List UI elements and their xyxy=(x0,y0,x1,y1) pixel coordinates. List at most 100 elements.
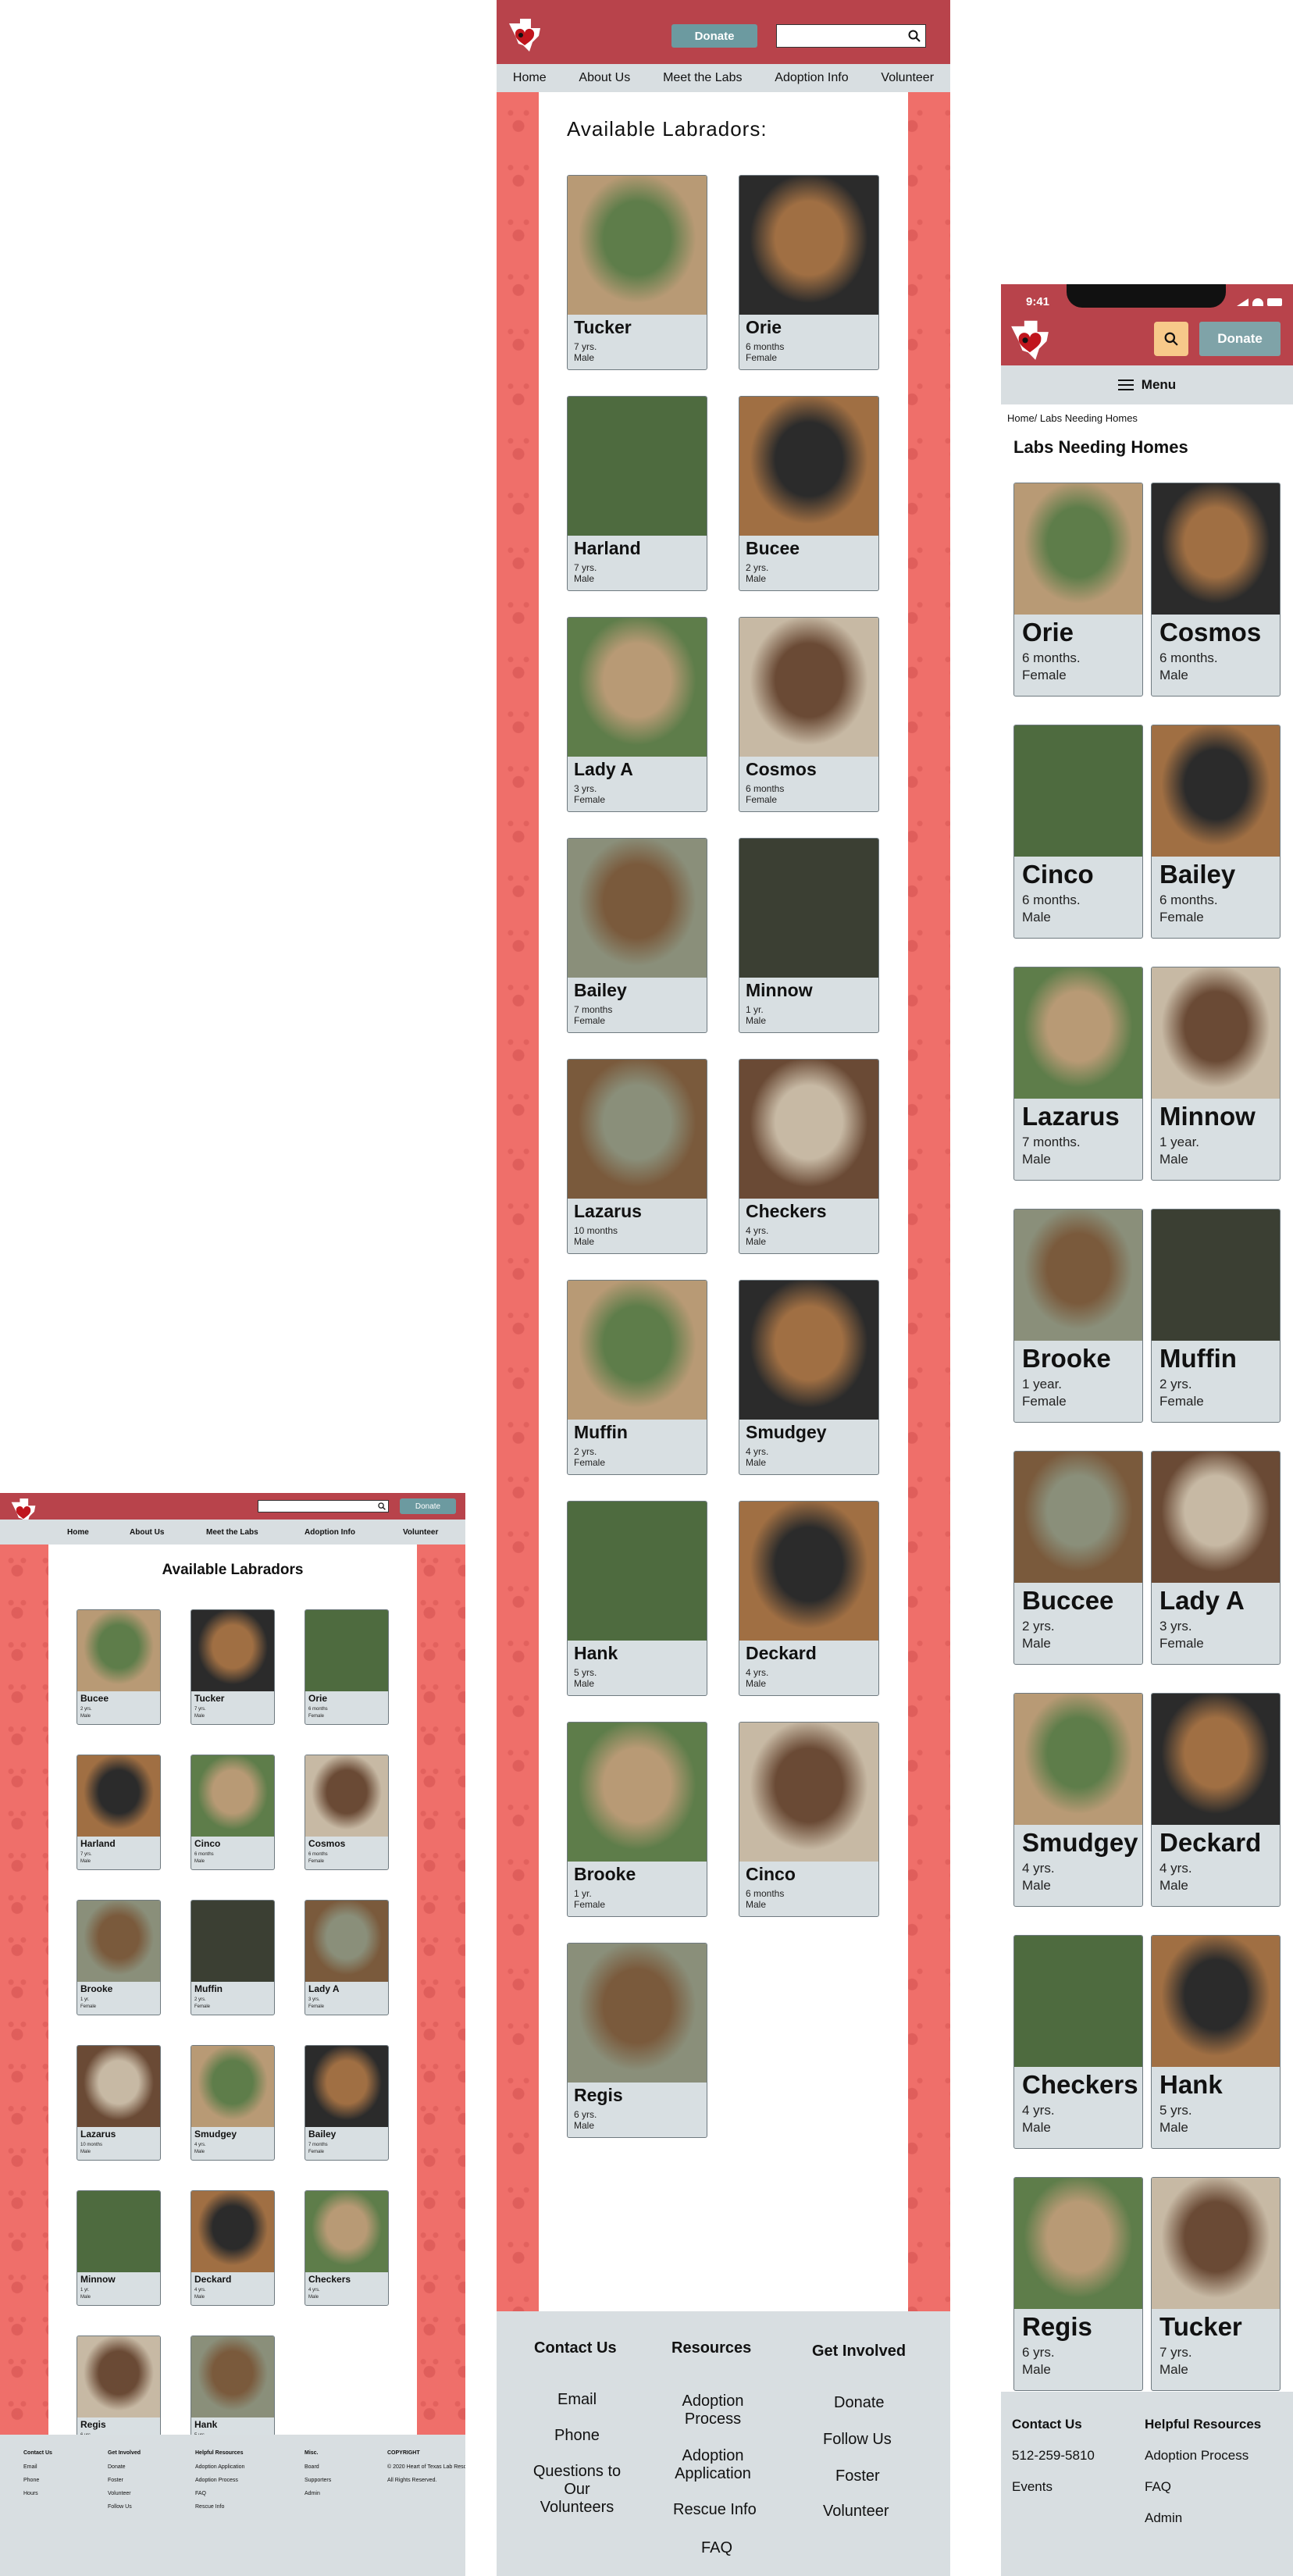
dog-photo[interactable] xyxy=(568,1060,707,1199)
footer-events-link[interactable]: Events xyxy=(1012,2479,1053,2495)
nav-about-us[interactable]: About Us xyxy=(130,1528,164,1537)
dog-photo[interactable] xyxy=(1014,2178,1142,2309)
breadcrumb[interactable]: Home/ Labs Needing Homes xyxy=(1007,412,1138,424)
dog-card[interactable]: Minnow 1 yr. Male xyxy=(77,2190,161,2306)
dog-photo[interactable] xyxy=(1014,1694,1142,1825)
dog-card[interactable]: Checkers 4 yrs. Male xyxy=(1013,1935,1143,2149)
dog-card[interactable]: Lady A3 yrs. Female xyxy=(567,617,707,812)
dog-card[interactable]: Minnow 1 year. Male xyxy=(1151,967,1281,1181)
search-icon[interactable] xyxy=(378,1502,386,1510)
dog-photo[interactable] xyxy=(305,1610,388,1691)
nav-home[interactable]: Home xyxy=(67,1528,89,1537)
dog-card[interactable]: Cosmos 6 months Female xyxy=(739,617,879,812)
texas-heart-logo[interactable] xyxy=(1006,317,1054,365)
dog-photo[interactable] xyxy=(1014,1452,1142,1583)
dog-photo[interactable] xyxy=(1014,967,1142,1099)
dog-card[interactable]: Cinco 6 months. Male xyxy=(1013,725,1143,939)
dog-card[interactable]: Hank5 yrs.Male xyxy=(1151,1935,1281,2149)
dog-photo[interactable] xyxy=(1152,1694,1280,1825)
dog-photo[interactable] xyxy=(739,839,878,978)
dog-photo[interactable] xyxy=(1152,725,1280,857)
dog-photo[interactable] xyxy=(1152,1452,1280,1583)
footer-email-link[interactable]: Email xyxy=(557,2391,597,2409)
dog-card[interactable]: Regis6 yrs.Male xyxy=(567,1943,707,2138)
dog-card[interactable]: Smudgey 4 yrs. Male xyxy=(739,1280,879,1475)
footer-phone-link[interactable]: 512-259-5810 xyxy=(1012,2448,1095,2464)
nav-adoption-info[interactable]: Adoption Info xyxy=(775,71,848,85)
footer-link[interactable]: Volunteer xyxy=(108,2491,131,2496)
dog-card[interactable]: Tucker 7 yrs. Male xyxy=(567,175,707,370)
footer-adoption-application-link[interactable]: Adoption Application xyxy=(664,2447,761,2483)
nav-meet-the-labs[interactable]: Meet the Labs xyxy=(206,1528,258,1537)
dog-photo[interactable] xyxy=(191,2336,274,2417)
donate-button[interactable]: Donate xyxy=(1199,322,1281,356)
dog-photo[interactable] xyxy=(568,1723,707,1862)
dog-photo[interactable] xyxy=(739,1281,878,1420)
dog-photo[interactable] xyxy=(739,176,878,315)
dog-card[interactable]: Smudgey 4 yrs. Male xyxy=(191,2045,275,2161)
dog-photo[interactable] xyxy=(1014,1936,1142,2067)
footer-questions-link[interactable]: Questions to Our Volunteers xyxy=(529,2463,625,2517)
search-button[interactable] xyxy=(1154,322,1188,356)
dog-photo[interactable] xyxy=(568,397,707,536)
dog-card[interactable]: Lady A3 yrs. Female xyxy=(1151,1451,1281,1665)
footer-rescue-info-link[interactable]: Rescue Info xyxy=(673,2501,757,2519)
dog-photo[interactable] xyxy=(191,2046,274,2127)
dog-photo[interactable] xyxy=(568,839,707,978)
dog-photo[interactable] xyxy=(1014,483,1142,615)
dog-card[interactable]: Bailey 7 months Female xyxy=(567,838,707,1033)
footer-link[interactable]: Adoption Process xyxy=(195,2478,238,2483)
footer-link[interactable]: Follow Us xyxy=(108,2504,132,2510)
dog-card[interactable]: Hank5 yrs.Male xyxy=(191,2336,275,2451)
footer-faq-link[interactable]: FAQ xyxy=(701,2539,732,2557)
dog-photo[interactable] xyxy=(1152,1936,1280,2067)
dog-photo[interactable] xyxy=(739,1502,878,1641)
footer-foster-link[interactable]: Foster xyxy=(835,2467,880,2485)
dog-photo[interactable] xyxy=(1152,1210,1280,1341)
dog-card[interactable]: Bucee 2 yrs. Male xyxy=(739,396,879,591)
dog-card[interactable]: Orie 6 months Female xyxy=(739,175,879,370)
footer-link[interactable]: Phone xyxy=(23,2478,39,2483)
footer-link[interactable]: Admin xyxy=(305,2491,320,2496)
footer-link[interactable]: FAQ xyxy=(195,2491,206,2496)
footer-link[interactable]: Email xyxy=(23,2464,37,2470)
dog-card[interactable]: Lazarus 10 months Male xyxy=(77,2045,161,2161)
footer-follow-us-link[interactable]: Follow Us xyxy=(823,2431,892,2449)
footer-admin-link[interactable]: Admin xyxy=(1145,2510,1182,2526)
dog-photo[interactable] xyxy=(77,2191,160,2272)
nav-volunteer[interactable]: Volunteer xyxy=(403,1528,438,1537)
dog-card[interactable]: Deckard 4 yrs. Male xyxy=(1151,1693,1281,1907)
dog-card[interactable]: Brooke 1 yr. Female xyxy=(77,1900,161,2015)
dog-card[interactable]: Orie 6 months. Female xyxy=(1013,483,1143,697)
footer-adoption-process-link[interactable]: Adoption Process xyxy=(1145,2448,1248,2464)
dog-card[interactable]: Hank5 yrs.Male xyxy=(567,1501,707,1696)
search-input[interactable] xyxy=(258,1500,389,1512)
dog-card[interactable]: Lazarus 7 months. Male xyxy=(1013,967,1143,1181)
footer-link[interactable]: Board xyxy=(305,2464,319,2470)
dog-card[interactable]: Bailey 7 months Female xyxy=(305,2045,389,2161)
dog-photo[interactable] xyxy=(1014,1210,1142,1341)
dog-photo[interactable] xyxy=(1152,483,1280,615)
dog-photo[interactable] xyxy=(191,1755,274,1837)
dog-card[interactable]: Lady A3 yrs. Female xyxy=(305,1900,389,2015)
dog-card[interactable]: Deckard 4 yrs. Male xyxy=(191,2190,275,2306)
dog-card[interactable]: Regis6 yrs.Male xyxy=(77,2336,161,2451)
dog-photo[interactable] xyxy=(77,2046,160,2127)
dog-card[interactable]: Harland 7 yrs. Male xyxy=(77,1755,161,1870)
dog-photo[interactable] xyxy=(191,1610,274,1691)
dog-photo[interactable] xyxy=(739,1723,878,1862)
dog-card[interactable]: Cinco 6 months Male xyxy=(739,1722,879,1917)
dog-card[interactable]: Bucee 2 yrs. Male xyxy=(77,1609,161,1725)
dog-photo[interactable] xyxy=(305,1755,388,1837)
dog-card[interactable]: Tucker 7 yrs. Male xyxy=(191,1609,275,1725)
dog-photo[interactable] xyxy=(77,1610,160,1691)
dog-card[interactable]: Tucker 7 yrs. Male xyxy=(1151,2177,1281,2391)
dog-photo[interactable] xyxy=(568,176,707,315)
footer-link[interactable]: Rescue Info xyxy=(195,2504,224,2510)
dog-card[interactable]: Bailey 6 months. Female xyxy=(1151,725,1281,939)
dog-card[interactable]: Deckard 4 yrs. Male xyxy=(739,1501,879,1696)
footer-faq-link[interactable]: FAQ xyxy=(1145,2479,1171,2495)
dog-card[interactable]: Harland 7 yrs. Male xyxy=(567,396,707,591)
search-icon[interactable] xyxy=(908,30,921,42)
donate-button[interactable]: Donate xyxy=(400,1498,456,1514)
